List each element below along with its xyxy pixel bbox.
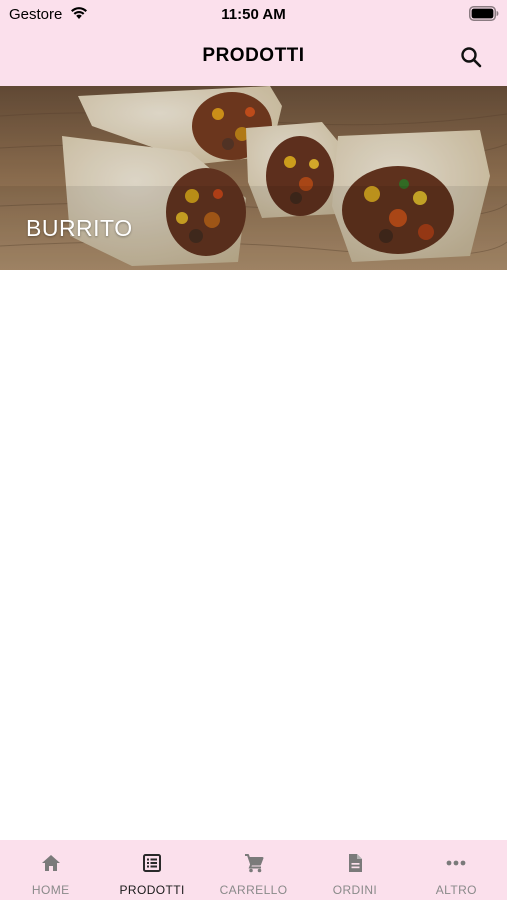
status-bar: Gestore 11:50 AM xyxy=(0,0,507,28)
tab-altro[interactable]: ALTRO xyxy=(406,840,507,900)
tab-label: CARRELLO xyxy=(219,883,288,897)
page-title: PRODOTTI xyxy=(202,45,305,66)
battery-icon xyxy=(469,6,499,21)
app-header: PRODOTTI xyxy=(0,28,507,86)
tab-label: PRODOTTI xyxy=(119,883,185,897)
category-label: BURRITO xyxy=(26,215,133,241)
tab-label: HOME xyxy=(31,883,70,897)
bottom-tab-bar: HOME PRODOTTI CARRELLO ORDINI ALTRO xyxy=(0,840,507,900)
tab-home[interactable]: HOME xyxy=(0,840,101,900)
more-icon xyxy=(446,860,466,866)
category-card-burrito[interactable]: BURRITO xyxy=(0,86,507,270)
search-button[interactable] xyxy=(457,43,485,71)
list-icon xyxy=(143,854,162,872)
burrito-photo xyxy=(0,86,507,270)
tab-label: ALTRO xyxy=(435,883,477,897)
document-icon xyxy=(348,854,362,872)
home-icon xyxy=(41,855,60,871)
tab-label: ORDINI xyxy=(332,883,378,897)
tab-carrello[interactable]: CARRELLO xyxy=(203,840,304,900)
tab-prodotti[interactable]: PRODOTTI xyxy=(101,840,202,900)
search-icon xyxy=(461,47,482,68)
cart-icon xyxy=(244,854,264,873)
status-time: 11:50 AM xyxy=(221,6,286,23)
tab-ordini[interactable]: ORDINI xyxy=(304,840,405,900)
